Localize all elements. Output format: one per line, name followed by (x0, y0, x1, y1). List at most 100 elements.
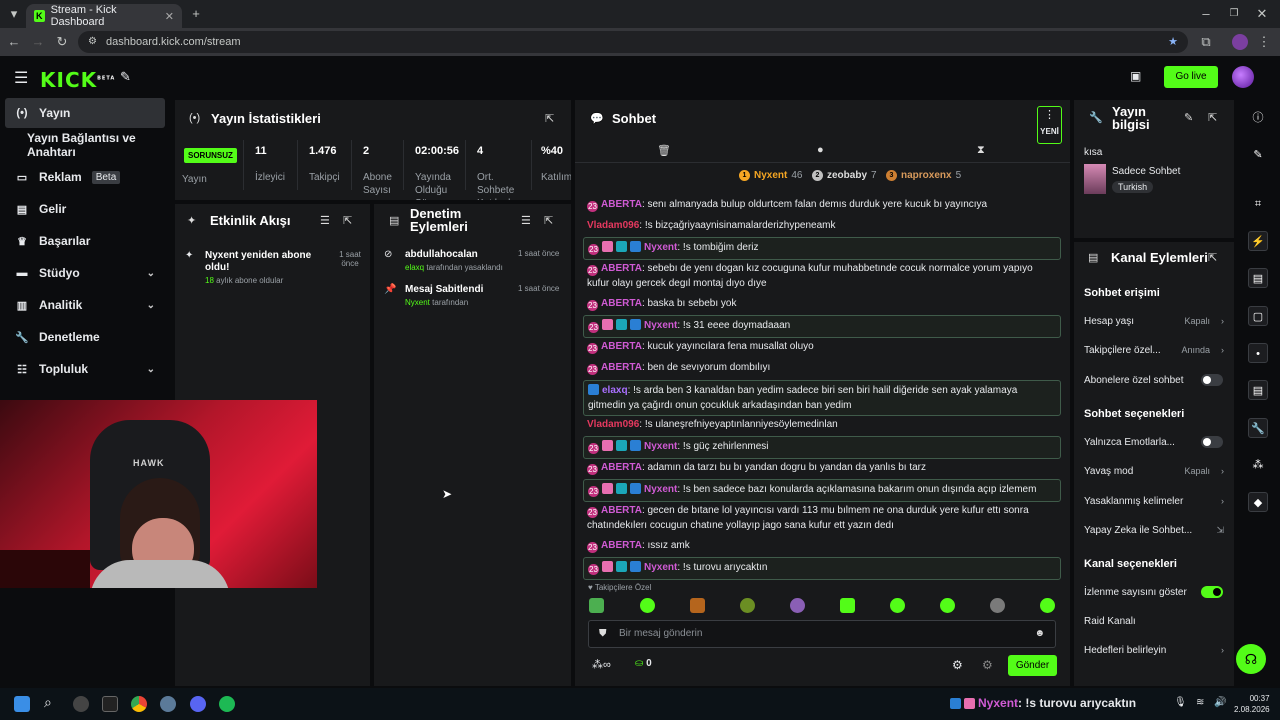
followers-only-setting[interactable]: Takipçilere özel... Anında › (1084, 345, 1224, 356)
sidebar-item-analitik[interactable]: ▥ Analitik ⌄ (5, 290, 165, 320)
chat-username[interactable]: ABERTA (601, 263, 642, 274)
wifi-icon[interactable]: ≋ (1196, 697, 1204, 708)
popout-icon[interactable]: ⇱ (1208, 251, 1217, 264)
chat-message[interactable]: 23 ABERTA: baska bı sebebı yok (583, 294, 1061, 315)
capture-icon[interactable]: ⌗ (1248, 194, 1268, 214)
sidebar-item-basarilar[interactable]: ♛ Başarılar (5, 226, 165, 256)
window-close-icon[interactable]: ✕ (1252, 4, 1272, 24)
emote-icon[interactable] (990, 598, 1005, 613)
reload-icon[interactable]: ↻ (52, 32, 72, 52)
slow-mode-setting[interactable]: Yavaş mod Kapalı › (1084, 466, 1224, 477)
chat-username[interactable]: Nyxent (644, 320, 677, 331)
document-icon[interactable]: ▤ (1248, 268, 1268, 288)
chat-message[interactable]: 23 ABERTA: ıssız amk (583, 536, 1061, 557)
infinity-icon[interactable]: ⁂∞ (592, 658, 611, 671)
chrome-icon[interactable] (131, 696, 147, 712)
chat-username[interactable]: Vladam096 (587, 220, 639, 231)
chat-input[interactable]: ⛊ Bir mesaj gönderin ☻ (588, 620, 1056, 648)
hourglass-icon[interactable]: ⧗ (977, 144, 985, 157)
banned-words-setting[interactable]: Yasaklanmış kelimeler › (1084, 496, 1224, 507)
clock[interactable]: 00:37 2.08.2026 (1234, 693, 1270, 715)
emote-icon[interactable] (890, 598, 905, 613)
sidebar-item-yayin[interactable]: (•) Yayın (5, 98, 165, 128)
broadcast-icon[interactable]: • (1248, 343, 1268, 363)
chat-username[interactable]: Nyxent (644, 484, 677, 495)
chat-message[interactable]: 23 ABERTA: kucuk yayıncılara fena musalla… (583, 337, 1061, 358)
chat-message[interactable]: Vladam096: !s ulaneşrefniyeyaptınlanniye… (583, 415, 1061, 436)
chat-message[interactable]: Vladam096: !s bizçağriyaaynisinamalarder… (583, 216, 1061, 237)
goals-setting[interactable]: Hedefleri belirleyin › (1084, 645, 1224, 656)
view-count-toggle[interactable] (1201, 586, 1223, 598)
site-info-icon[interactable]: ⚙ (88, 31, 97, 53)
profile-avatar[interactable] (1232, 34, 1248, 50)
chat-message[interactable]: 23 ABERTA: senı almanyada bulup oldurtcem… (583, 195, 1061, 216)
sidebar-item-gelir[interactable]: ▤ Gelir (5, 194, 165, 224)
popout-icon[interactable]: ⇱ (545, 112, 554, 125)
search-icon[interactable]: ⌕ (44, 694, 52, 711)
emote-icon[interactable] (1040, 598, 1055, 613)
tab-search-icon[interactable]: ▾ (4, 4, 24, 24)
chat-username[interactable]: ABERTA (601, 462, 642, 473)
account-age-setting[interactable]: Hesap yaşı Kapalı › (1084, 316, 1224, 327)
chat-username[interactable]: Vladam096 (587, 419, 639, 430)
emote-icon[interactable] (840, 598, 855, 613)
obs-icon[interactable] (73, 696, 89, 712)
chat-message[interactable]: 23 Nyxent: !s 31 eeee doymadaaan (583, 315, 1061, 338)
chat-username[interactable]: elaxq (602, 385, 628, 396)
chat-message[interactable]: 23 Nyxent: !s turovu arıycaktın (583, 557, 1061, 580)
sidebar-item-stream-key[interactable]: Yayın Bağlantısı ve Anahtarı (5, 130, 165, 160)
chat-username[interactable]: ABERTA (601, 540, 642, 551)
back-icon[interactable]: ← (4, 32, 24, 52)
popout-icon[interactable]: ⇱ (544, 214, 553, 227)
address-bar[interactable]: ⚙ dashboard.kick.com/stream ★ (78, 31, 1188, 53)
chat-message[interactable]: 23 Nyxent: !s tombiğim deriz (583, 237, 1061, 260)
emoji-icon[interactable]: ☻ (1034, 621, 1045, 647)
chat-message[interactable]: 23 ABERTA: gecen de bıtane lol yayıncısı … (583, 501, 1061, 537)
chat-message[interactable]: elaxq: !s arda ben 3 kanaldan ban yedim … (583, 380, 1061, 416)
minimize-icon[interactable]: – (1196, 4, 1216, 24)
chat-bubble-icon[interactable]: ▢ (1248, 306, 1268, 326)
chat-bubble-icon[interactable]: ● (817, 144, 824, 156)
popout-icon[interactable]: ⇱ (343, 214, 352, 227)
chat-username[interactable]: Nyxent (644, 242, 677, 253)
steam-icon[interactable] (160, 696, 176, 712)
trash-icon[interactable]: 🗑 (657, 144, 671, 157)
chat-username[interactable]: ABERTA (601, 298, 642, 309)
chat-username[interactable]: Nyxent (644, 562, 677, 573)
extensions-icon[interactable]: ⧉ (1196, 32, 1216, 52)
ai-chat-setting[interactable]: Yapay Zeka ile Sohbet... ⇲ (1084, 525, 1224, 536)
chat-username[interactable]: ABERTA (601, 341, 642, 352)
sidebar-item-studyo[interactable]: ▬ Stüdyo ⌄ (5, 258, 165, 288)
raid-setting[interactable]: Raid Kanalı (1084, 616, 1224, 627)
tools-icon[interactable]: ✎ (120, 69, 131, 85)
chat-message[interactable]: 23 ABERTA: ben de sevıyorum dombılıyı (583, 358, 1061, 379)
user-avatar[interactable] (1232, 66, 1254, 88)
restore-icon[interactable]: ❐ (1224, 4, 1244, 24)
points-counter[interactable]: ⛀ 0 (635, 658, 652, 669)
forward-icon[interactable]: → (28, 32, 48, 52)
emote-icon[interactable] (589, 598, 604, 613)
gear-alt-icon[interactable]: ⚙ (982, 658, 993, 672)
spotify-icon[interactable] (219, 696, 235, 712)
chat-message[interactable]: 23 Nyxent: !s güç zehirlenmesi (583, 436, 1061, 459)
windows-start-icon[interactable] (14, 696, 30, 712)
popout-icon[interactable]: ⇱ (1208, 111, 1217, 124)
channel-icon[interactable]: ▤ (1248, 380, 1268, 400)
browser-menu-icon[interactable]: ⋮ (1254, 32, 1274, 52)
emote-icon[interactable] (740, 598, 755, 613)
capcut-icon[interactable] (102, 696, 118, 712)
hamburger-menu-icon[interactable]: ☰ (14, 68, 28, 88)
chat-message[interactable]: 23 Nyxent: !s ben sadece bazı konularda a… (583, 479, 1061, 502)
store-icon[interactable]: ▣ (1130, 69, 1141, 83)
settings-icon[interactable]: ⚙ (952, 658, 963, 672)
info-icon[interactable]: ⓘ (1248, 108, 1268, 128)
chat-username[interactable]: ABERTA (601, 199, 642, 210)
sidebar-item-denetleme[interactable]: 🔧 Denetleme (5, 322, 165, 352)
chat-username[interactable]: Nyxent (644, 441, 677, 452)
volume-icon[interactable]: 🔊 (1214, 697, 1226, 708)
filter-icon[interactable]: ☰ (521, 214, 531, 227)
bookmark-star-icon[interactable]: ★ (1168, 31, 1178, 53)
microphone-icon[interactable]: 🎙 (1174, 697, 1187, 708)
sidebar-item-topluluk[interactable]: ☷ Topluluk ⌄ (5, 354, 165, 384)
chat-username[interactable]: ABERTA (601, 505, 642, 516)
